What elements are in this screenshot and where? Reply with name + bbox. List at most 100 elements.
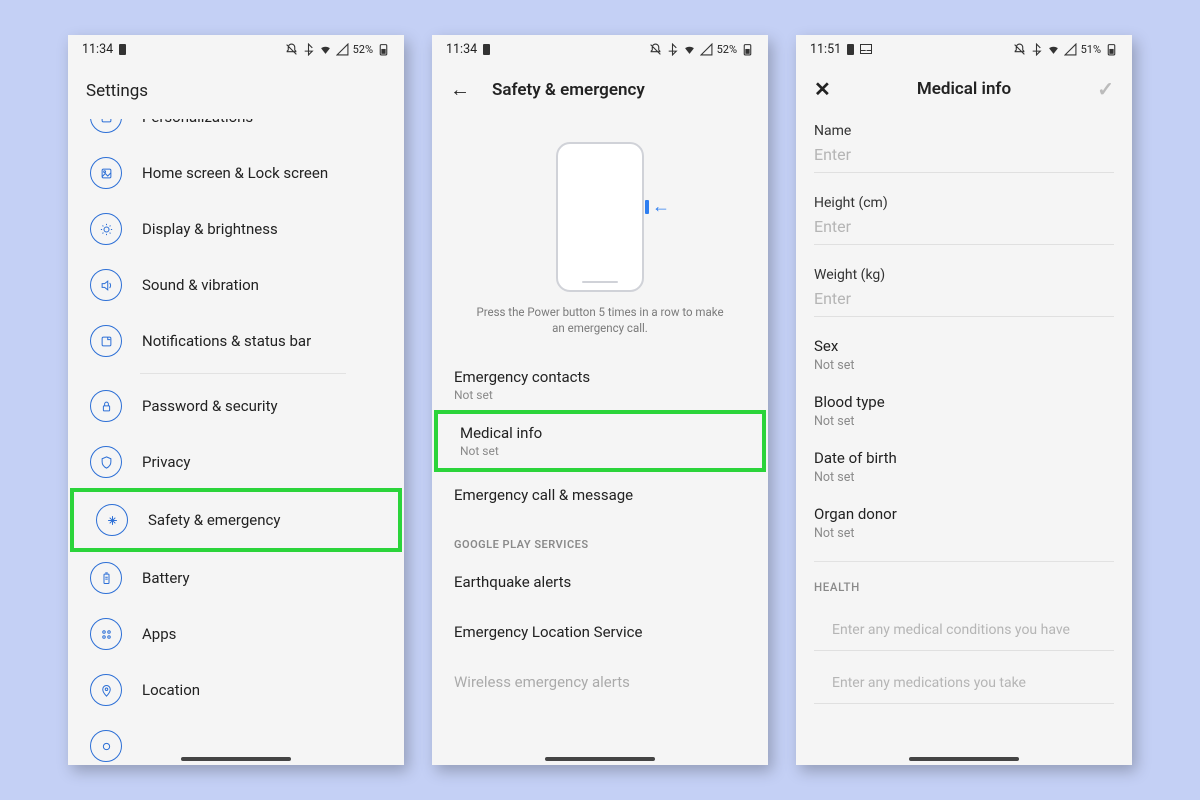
field-label: Date of birth bbox=[814, 449, 1114, 467]
settings-item-safety[interactable]: Safety & emergency bbox=[74, 492, 398, 548]
bluetooth-icon bbox=[302, 43, 315, 56]
settings-item-label: Home screen & Lock screen bbox=[142, 164, 328, 182]
row-sub: Not set bbox=[460, 444, 740, 458]
field-label: Sex bbox=[814, 337, 1114, 355]
settings-item-sound[interactable]: Sound & vibration bbox=[68, 257, 404, 313]
silent-icon bbox=[285, 43, 298, 56]
status-bar: 11:51 51% bbox=[796, 35, 1132, 63]
battery-text: 52% bbox=[353, 43, 373, 56]
settings-item-label: Notifications & status bar bbox=[142, 332, 311, 350]
field-value: Not set bbox=[814, 414, 1114, 429]
settings-item-personalizations[interactable]: Personalizations bbox=[68, 119, 404, 145]
field-label: Height (cm) bbox=[814, 195, 1114, 211]
bluetooth-icon bbox=[1030, 43, 1043, 56]
settings-item-label: Apps bbox=[142, 625, 176, 643]
back-icon[interactable]: ← bbox=[450, 77, 470, 102]
field-label: Blood type bbox=[814, 393, 1114, 411]
field-dob[interactable]: Date of birth Not set bbox=[796, 439, 1132, 495]
battery-text: 52% bbox=[717, 43, 737, 56]
phone-screen-medical: 11:51 51% ✕ Medical info ✓ Name Enter He… bbox=[796, 35, 1132, 765]
field-value: Not set bbox=[814, 470, 1114, 485]
field-label: Name bbox=[814, 123, 1114, 139]
display-icon bbox=[90, 213, 122, 245]
settings-item-label: Display & brightness bbox=[142, 220, 278, 238]
more-icon bbox=[90, 730, 122, 762]
status-bar: 11:34 52% bbox=[68, 35, 404, 63]
section-header: GOOGLE PLAY SERVICES bbox=[432, 520, 768, 557]
row-label: Wireless emergency alerts bbox=[454, 673, 746, 691]
field-organ-donor[interactable]: Organ donor Not set bbox=[796, 495, 1132, 551]
row-label: Medical info bbox=[460, 424, 740, 442]
status-time: 11:51 bbox=[810, 42, 841, 57]
nav-bar[interactable] bbox=[181, 757, 291, 761]
section-header: HEALTH bbox=[796, 572, 1132, 598]
settings-item-label: Location bbox=[142, 681, 200, 699]
battery-icon bbox=[741, 43, 754, 56]
settings-item-label: Password & security bbox=[142, 397, 278, 415]
status-time: 11:34 bbox=[446, 42, 477, 57]
field-label: Weight (kg) bbox=[814, 267, 1114, 283]
row-els[interactable]: Emergency Location Service bbox=[432, 607, 768, 657]
highlight-annotation: Safety & emergency bbox=[70, 488, 402, 552]
close-icon[interactable]: ✕ bbox=[814, 77, 831, 101]
confirm-icon[interactable]: ✓ bbox=[1097, 77, 1114, 101]
status-icons: 52% bbox=[649, 43, 754, 56]
page-title: Medical info bbox=[831, 79, 1097, 99]
battery-text: 51% bbox=[1081, 43, 1101, 56]
apps-icon bbox=[90, 618, 122, 650]
wifi-icon bbox=[683, 43, 696, 56]
row-earthquake[interactable]: Earthquake alerts bbox=[432, 557, 768, 607]
phone-illustration: ← bbox=[556, 142, 644, 292]
row-label: Earthquake alerts bbox=[454, 573, 746, 591]
field-conditions[interactable]: Enter any medical conditions you have bbox=[814, 598, 1114, 651]
status-time: 11:34 bbox=[82, 42, 113, 57]
settings-item-password[interactable]: Password & security bbox=[68, 378, 404, 434]
field-sex[interactable]: Sex Not set bbox=[796, 327, 1132, 383]
settings-item-battery[interactable]: Battery bbox=[68, 550, 404, 606]
settings-item-label: Battery bbox=[142, 569, 190, 587]
field-placeholder: Enter bbox=[814, 145, 1114, 173]
privacy-icon bbox=[90, 446, 122, 478]
sound-icon bbox=[90, 269, 122, 301]
nav-bar[interactable] bbox=[545, 757, 655, 761]
row-label: Emergency Location Service bbox=[454, 623, 746, 641]
row-label: Emergency contacts bbox=[454, 368, 746, 386]
field-value: Not set bbox=[814, 526, 1114, 541]
status-icons: 51% bbox=[1013, 43, 1118, 56]
field-weight[interactable]: Weight (kg) Enter bbox=[796, 259, 1132, 317]
signal-icon bbox=[700, 43, 713, 56]
row-medical-info[interactable]: Medical info Not set bbox=[438, 414, 762, 468]
field-placeholder: Enter bbox=[814, 217, 1114, 245]
vpn-key-icon bbox=[483, 44, 490, 55]
row-label: Emergency call & message bbox=[454, 486, 746, 504]
signal-icon bbox=[1064, 43, 1077, 56]
header: ← Safety & emergency bbox=[432, 63, 768, 116]
page-title: Safety & emergency bbox=[492, 80, 645, 100]
page-title: Settings bbox=[68, 63, 404, 119]
row-emergency-contacts[interactable]: Emergency contacts Not set bbox=[432, 358, 768, 412]
wifi-icon bbox=[319, 43, 332, 56]
row-wireless-alerts[interactable]: Wireless emergency alerts bbox=[432, 657, 768, 707]
personalizations-icon bbox=[90, 119, 122, 133]
field-height[interactable]: Height (cm) Enter bbox=[796, 187, 1132, 245]
phone-screen-safety: 11:34 52% ← Safety & emergency ← Press t… bbox=[432, 35, 768, 765]
row-emergency-call[interactable]: Emergency call & message bbox=[432, 470, 768, 520]
settings-item-location[interactable]: Location bbox=[68, 662, 404, 718]
bluetooth-icon bbox=[666, 43, 679, 56]
nav-bar[interactable] bbox=[909, 757, 1019, 761]
settings-item-privacy[interactable]: Privacy bbox=[68, 434, 404, 490]
signal-icon bbox=[336, 43, 349, 56]
settings-item-apps[interactable]: Apps bbox=[68, 606, 404, 662]
field-bloodtype[interactable]: Blood type Not set bbox=[796, 383, 1132, 439]
field-value: Not set bbox=[814, 358, 1114, 373]
hint-text: Press the Power button 5 times in a row … bbox=[432, 304, 768, 358]
settings-item-label: Privacy bbox=[142, 453, 190, 471]
field-medications[interactable]: Enter any medications you take bbox=[814, 651, 1114, 704]
field-name[interactable]: Name Enter bbox=[796, 115, 1132, 173]
lock-icon bbox=[90, 390, 122, 422]
settings-item-homescreen[interactable]: Home screen & Lock screen bbox=[68, 145, 404, 201]
settings-item-notifications[interactable]: Notifications & status bar bbox=[68, 313, 404, 369]
settings-item-display[interactable]: Display & brightness bbox=[68, 201, 404, 257]
divider bbox=[814, 561, 1114, 562]
field-placeholder: Enter bbox=[814, 289, 1114, 317]
